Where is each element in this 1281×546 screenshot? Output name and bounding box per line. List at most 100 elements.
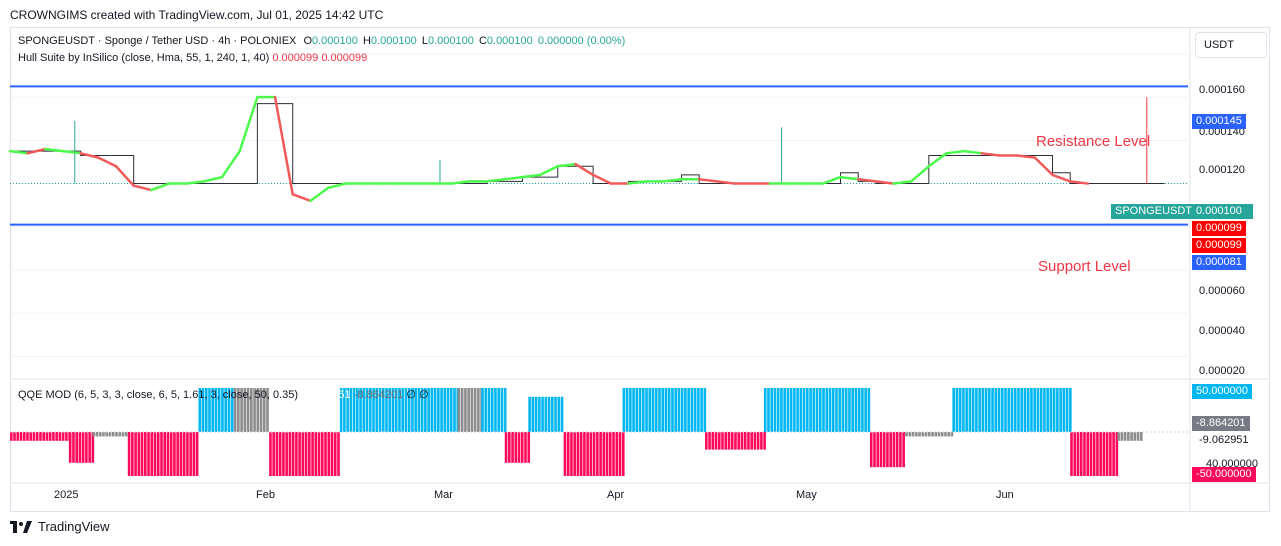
qqe-bar — [952, 388, 955, 432]
qqe-bar — [494, 388, 497, 432]
qqe-bar — [272, 432, 275, 476]
qqe-bar — [304, 432, 308, 476]
qqe-bar — [504, 432, 508, 463]
qqe-bar — [635, 388, 639, 432]
qqe-bar — [978, 388, 981, 432]
qqe-bar — [39, 432, 42, 441]
qqe-bar — [714, 432, 718, 450]
qqe-bar — [921, 432, 925, 437]
qqe-bar — [962, 388, 965, 432]
qqe-bar — [667, 388, 671, 432]
qqe-bar — [708, 432, 711, 450]
hull-segment — [962, 149, 984, 155]
hull-segment — [150, 182, 171, 192]
qqe-bar — [599, 432, 602, 476]
qqe-mid-text: -9.062951 — [1199, 434, 1249, 446]
qqe-bar — [163, 432, 167, 476]
time-label: Apr — [607, 489, 625, 501]
qqe-bar — [756, 432, 760, 450]
qqe-bar — [684, 388, 687, 432]
qqe-legend[interactable]: QQE MOD (6, 5, 3, 3, close, 6, 5, 1.61, … — [18, 388, 429, 401]
qqe-bar — [857, 388, 861, 432]
qqe-bar — [13, 432, 16, 441]
qqe-bar — [1073, 432, 1077, 476]
qqe-bar — [767, 388, 770, 432]
support-annotation: Support Level — [1038, 258, 1131, 275]
time-label: Jun — [996, 489, 1014, 501]
qqe-bar — [602, 432, 606, 476]
qqe-bar — [1139, 432, 1143, 441]
qqe-bar — [443, 388, 447, 432]
price-tick: 0.000020 — [1199, 365, 1245, 377]
qqe-bar — [320, 432, 324, 476]
hull-segment — [97, 156, 118, 168]
qqe-bar — [905, 432, 908, 437]
qqe-bar — [838, 388, 842, 432]
qqe-bar — [947, 432, 950, 437]
qqe-bar — [330, 432, 334, 476]
qqe-bar — [52, 432, 55, 441]
qqe-bar — [534, 396, 538, 432]
qqe-bar — [324, 432, 327, 476]
qqe-bar — [121, 432, 125, 437]
hull-price-tag-1: 0.000099 — [1192, 221, 1246, 236]
symbol-name: SPONGEUSDT · Sponge / Tether USD · 4h · … — [18, 35, 297, 47]
qqe-bar — [621, 432, 625, 476]
qqe-bar — [812, 388, 816, 432]
qqe-bar — [35, 432, 39, 441]
qqe-bar — [770, 388, 773, 432]
qqe-bar — [1049, 388, 1053, 432]
qqe-bar — [927, 432, 931, 437]
qqe-bar — [327, 432, 331, 476]
qqe-bar — [55, 432, 58, 441]
qqe-bar — [449, 388, 453, 432]
qqe-bar — [538, 396, 541, 432]
hull-legend[interactable]: Hull Suite by InSilico (close, Hma, 55, … — [18, 52, 367, 64]
qqe-bar — [1120, 432, 1124, 441]
qqe-mid-tag: -8.864201 — [1192, 416, 1250, 431]
qqe-bar — [511, 432, 514, 463]
qqe-bar — [118, 432, 121, 437]
tradingview-logo[interactable]: TradingView — [10, 519, 110, 534]
qqe-value-3: ∅ — [406, 389, 416, 401]
qqe-bar — [763, 432, 766, 450]
qqe-bar — [169, 432, 173, 476]
qqe-bar — [1007, 388, 1011, 432]
qqe-bar — [446, 388, 450, 432]
qqe-bar — [793, 388, 796, 432]
qqe-bar — [876, 432, 880, 468]
currency-button[interactable]: USDT — [1195, 32, 1267, 58]
qqe-bar — [140, 432, 144, 476]
qqe-bar — [940, 432, 944, 437]
symbol-legend[interactable]: SPONGEUSDT · Sponge / Tether USD · 4h · … — [18, 35, 625, 47]
hull-segment — [291, 193, 312, 203]
qqe-bar — [308, 432, 311, 476]
qqe-bar — [902, 432, 905, 468]
qqe-bar — [882, 432, 886, 468]
hull-segment — [574, 162, 595, 177]
qqe-bar — [520, 432, 524, 463]
tradingview-logo-icon — [10, 520, 32, 533]
qqe-bar — [737, 432, 741, 450]
hull-segment — [697, 177, 719, 183]
qqe-bar — [724, 432, 728, 450]
qqe-bottom-tag: -50.000000 — [1192, 467, 1256, 482]
qqe-bar — [111, 432, 115, 437]
hull-segment — [1033, 156, 1054, 177]
qqe-bar — [285, 432, 288, 476]
qqe-bar — [1046, 388, 1049, 432]
qqe-bar — [115, 432, 118, 437]
qqe-bar — [1099, 432, 1102, 476]
qqe-bar — [911, 432, 915, 437]
qqe-bar — [579, 432, 583, 476]
qqe-bar — [886, 432, 889, 468]
qqe-bar — [677, 388, 681, 432]
qqe-bar — [825, 388, 829, 432]
qqe-bar — [464, 388, 467, 432]
qqe-bar — [994, 388, 998, 432]
qqe-bar — [1069, 388, 1072, 432]
qqe-bar — [182, 432, 186, 476]
qqe-bar — [176, 432, 179, 476]
qqe-bar — [965, 388, 968, 432]
qqe-bar — [311, 432, 314, 476]
